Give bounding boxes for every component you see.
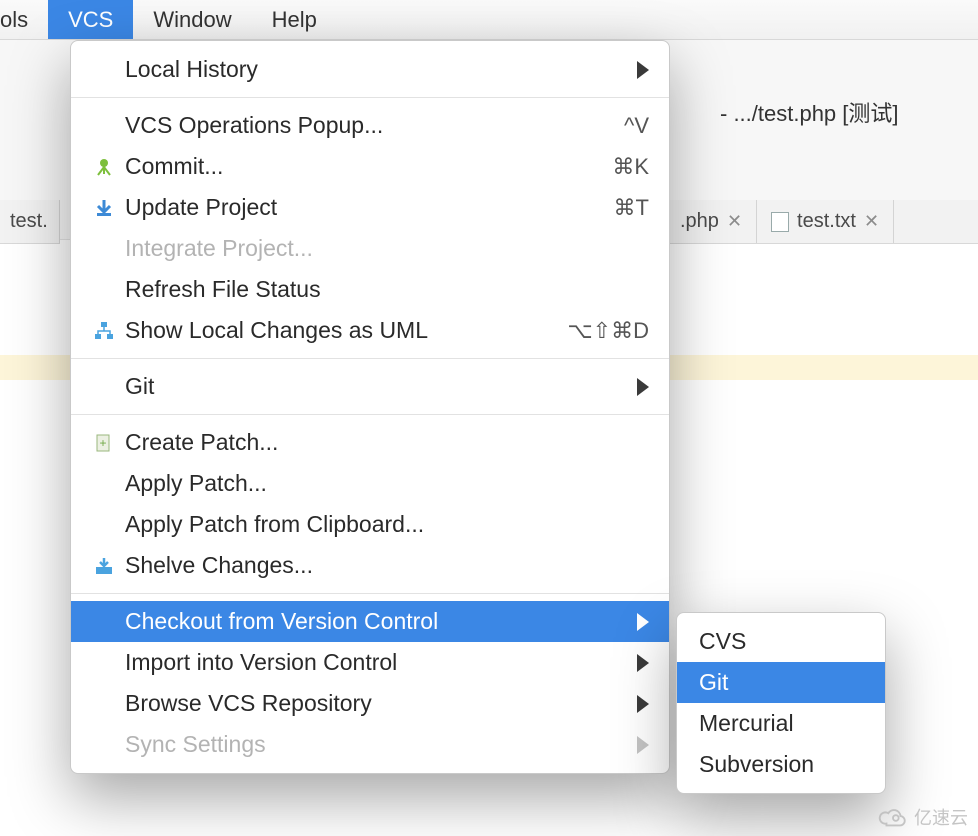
menu-create-patch[interactable]: +Create Patch... bbox=[71, 422, 669, 463]
menubar-item-tools-partial[interactable]: ols bbox=[0, 0, 48, 39]
submenu-arrow-icon bbox=[637, 654, 649, 672]
tabs: .php ✕ test.txt ✕ bbox=[666, 200, 978, 244]
menu-browse-vcs-repository[interactable]: Browse VCS Repository bbox=[71, 683, 669, 724]
menu-refresh-file-status[interactable]: Refresh File Status bbox=[71, 269, 669, 310]
menu-commit[interactable]: Commit... ⌘K bbox=[71, 146, 669, 187]
tab-test-txt[interactable]: test.txt ✕ bbox=[757, 200, 894, 243]
submenu-subversion[interactable]: Subversion bbox=[677, 744, 885, 785]
patch-icon: + bbox=[93, 433, 115, 453]
menu-integrate-project: Integrate Project... bbox=[71, 228, 669, 269]
menu-update-project[interactable]: Update Project ⌘T bbox=[71, 187, 669, 228]
svg-text:+: + bbox=[99, 436, 106, 450]
menu-local-history[interactable]: Local History bbox=[71, 49, 669, 90]
shelve-icon bbox=[93, 556, 115, 576]
diagram-icon bbox=[93, 321, 115, 341]
submenu-git[interactable]: Git bbox=[677, 662, 885, 703]
submenu-mercurial[interactable]: Mercurial bbox=[677, 703, 885, 744]
separator bbox=[71, 97, 669, 98]
text-file-icon bbox=[771, 212, 789, 232]
menu-sync-settings: Sync Settings bbox=[71, 724, 669, 765]
commit-icon bbox=[93, 157, 115, 177]
menu-show-local-changes-uml[interactable]: Show Local Changes as UML ⌥⇧⌘D bbox=[71, 310, 669, 351]
cloud-icon bbox=[878, 805, 908, 829]
menu-shelve-changes[interactable]: Shelve Changes... bbox=[71, 545, 669, 586]
submenu-arrow-icon bbox=[637, 61, 649, 79]
menubar: ols VCS Window Help bbox=[0, 0, 978, 40]
separator bbox=[71, 593, 669, 594]
menu-apply-patch[interactable]: Apply Patch... bbox=[71, 463, 669, 504]
tab-fragment-left[interactable]: test. bbox=[0, 200, 60, 244]
vcs-menu: Local History VCS Operations Popup... ^V… bbox=[70, 40, 670, 774]
close-icon[interactable]: ✕ bbox=[727, 211, 742, 232]
menu-vcs-operations-popup[interactable]: VCS Operations Popup... ^V bbox=[71, 105, 669, 146]
breadcrumb: - .../test.php [测试] bbox=[720, 96, 899, 128]
menubar-item-window[interactable]: Window bbox=[133, 0, 251, 39]
submenu-arrow-icon bbox=[637, 613, 649, 631]
update-icon bbox=[93, 198, 115, 218]
tab-php[interactable]: .php ✕ bbox=[666, 200, 757, 243]
menu-apply-patch-clipboard[interactable]: Apply Patch from Clipboard... bbox=[71, 504, 669, 545]
menu-git[interactable]: Git bbox=[71, 366, 669, 407]
menubar-item-vcs[interactable]: VCS bbox=[48, 0, 133, 39]
separator bbox=[71, 414, 669, 415]
menu-checkout-from-version-control[interactable]: Checkout from Version Control bbox=[71, 601, 669, 642]
submenu-arrow-icon bbox=[637, 378, 649, 396]
submenu-arrow-icon bbox=[637, 736, 649, 754]
separator bbox=[71, 358, 669, 359]
submenu-arrow-icon bbox=[637, 695, 649, 713]
close-icon[interactable]: ✕ bbox=[864, 211, 879, 232]
submenu-cvs[interactable]: CVS bbox=[677, 621, 885, 662]
checkout-submenu: CVS Git Mercurial Subversion bbox=[676, 612, 886, 794]
menu-import-into-version-control[interactable]: Import into Version Control bbox=[71, 642, 669, 683]
menubar-item-help[interactable]: Help bbox=[252, 0, 337, 39]
watermark: 亿速云 bbox=[878, 804, 968, 830]
